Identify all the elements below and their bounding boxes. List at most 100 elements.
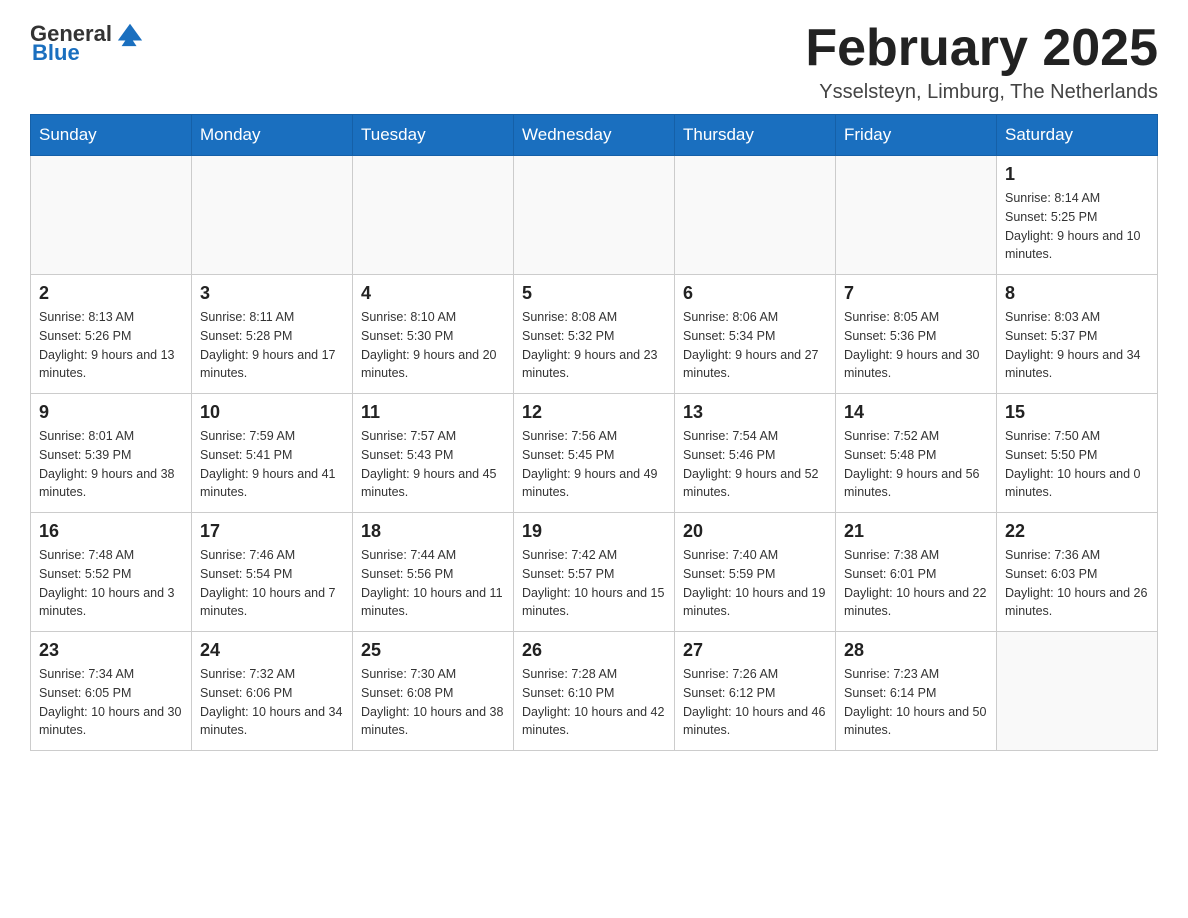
day-info: Sunrise: 7:42 AMSunset: 5:57 PMDaylight:… [522,546,666,621]
calendar-header-saturday: Saturday [997,115,1158,156]
calendar-cell: 25 Sunrise: 7:30 AMSunset: 6:08 PMDayligh… [353,632,514,751]
calendar-cell: 16Sunrise: 7:48 AMSunset: 5:52 PMDayligh… [31,513,192,632]
calendar-header-monday: Monday [192,115,353,156]
day-number: 23 [39,640,183,661]
calendar-cell: 7 Sunrise: 8:05 AMSunset: 5:36 PMDaylight… [836,275,997,394]
day-info: Sunrise: 7:44 AMSunset: 5:56 PMDaylight:… [361,546,505,621]
calendar-cell: 14Sunrise: 7:52 AMSunset: 5:48 PMDayligh… [836,394,997,513]
location-subtitle: Ysselsteyn, Limburg, The Netherlands [805,81,1158,104]
calendar-cell [836,156,997,275]
day-number: 9 [39,402,183,423]
calendar-cell: 21Sunrise: 7:38 AMSunset: 6:01 PMDayligh… [836,513,997,632]
day-info: Sunrise: 8:03 AMSunset: 5:37 PMDaylight:… [1005,308,1149,383]
day-number: 22 [1005,521,1149,542]
calendar-cell: 26 Sunrise: 7:28 AMSunset: 6:10 PMDayligh… [514,632,675,751]
day-number: 13 [683,402,827,423]
calendar-cell: 28 Sunrise: 7:23 AMSunset: 6:14 PMDayligh… [836,632,997,751]
day-info: Sunrise: 7:34 AMSunset: 6:05 PMDaylight:… [39,665,183,740]
day-info: Sunrise: 7:38 AMSunset: 6:01 PMDaylight:… [844,546,988,621]
day-info: Sunrise: 7:57 AMSunset: 5:43 PMDaylight:… [361,427,505,502]
day-info: Sunrise: 7:56 AMSunset: 5:45 PMDaylight:… [522,427,666,502]
day-info: Sunrise: 7:30 AMSunset: 6:08 PMDaylight:… [361,665,505,740]
calendar-cell: 6 Sunrise: 8:06 AMSunset: 5:34 PMDaylight… [675,275,836,394]
day-info: Sunrise: 7:54 AMSunset: 5:46 PMDaylight:… [683,427,827,502]
day-info: Sunrise: 7:28 AMSunset: 6:10 PMDaylight:… [522,665,666,740]
day-number: 16 [39,521,183,542]
day-info: Sunrise: 7:52 AMSunset: 5:48 PMDaylight:… [844,427,988,502]
day-number: 28 [844,640,988,661]
calendar-cell [353,156,514,275]
calendar-cell: 5 Sunrise: 8:08 AMSunset: 5:32 PMDaylight… [514,275,675,394]
logo-blue-text: Blue [32,40,80,66]
calendar-cell: 15Sunrise: 7:50 AMSunset: 5:50 PMDayligh… [997,394,1158,513]
day-number: 19 [522,521,666,542]
calendar-week-row: 1 Sunrise: 8:14 AMSunset: 5:25 PMDaylight… [31,156,1158,275]
calendar-header-thursday: Thursday [675,115,836,156]
day-number: 10 [200,402,344,423]
calendar-header-friday: Friday [836,115,997,156]
day-number: 3 [200,283,344,304]
calendar-cell: 19 Sunrise: 7:42 AMSunset: 5:57 PMDayligh… [514,513,675,632]
day-info: Sunrise: 8:10 AMSunset: 5:30 PMDaylight:… [361,308,505,383]
calendar-cell: 18 Sunrise: 7:44 AMSunset: 5:56 PMDayligh… [353,513,514,632]
day-number: 26 [522,640,666,661]
day-info: Sunrise: 8:01 AMSunset: 5:39 PMDaylight:… [39,427,183,502]
calendar-cell: 2Sunrise: 8:13 AMSunset: 5:26 PMDaylight… [31,275,192,394]
day-info: Sunrise: 8:08 AMSunset: 5:32 PMDaylight:… [522,308,666,383]
calendar-cell: 4 Sunrise: 8:10 AMSunset: 5:30 PMDaylight… [353,275,514,394]
day-info: Sunrise: 7:32 AMSunset: 6:06 PMDaylight:… [200,665,344,740]
day-info: Sunrise: 8:11 AMSunset: 5:28 PMDaylight:… [200,308,344,383]
calendar-header-tuesday: Tuesday [353,115,514,156]
day-number: 24 [200,640,344,661]
day-number: 18 [361,521,505,542]
day-info: Sunrise: 8:14 AMSunset: 5:25 PMDaylight:… [1005,189,1149,264]
day-number: 12 [522,402,666,423]
calendar-cell: 24 Sunrise: 7:32 AMSunset: 6:06 PMDayligh… [192,632,353,751]
calendar-cell: 12 Sunrise: 7:56 AMSunset: 5:45 PMDayligh… [514,394,675,513]
day-info: Sunrise: 7:59 AMSunset: 5:41 PMDaylight:… [200,427,344,502]
calendar-cell: 23 Sunrise: 7:34 AMSunset: 6:05 PMDayligh… [31,632,192,751]
calendar-cell [514,156,675,275]
calendar-cell [192,156,353,275]
day-number: 17 [200,521,344,542]
calendar-cell: 9 Sunrise: 8:01 AMSunset: 5:39 PMDaylight… [31,394,192,513]
calendar-week-row: 9 Sunrise: 8:01 AMSunset: 5:39 PMDaylight… [31,394,1158,513]
calendar-cell: 13 Sunrise: 7:54 AMSunset: 5:46 PMDayligh… [675,394,836,513]
calendar-cell [675,156,836,275]
calendar-cell: 10 Sunrise: 7:59 AMSunset: 5:41 PMDayligh… [192,394,353,513]
title-block: February 2025 Ysselsteyn, Limburg, The N… [805,20,1158,104]
day-info: Sunrise: 8:05 AMSunset: 5:36 PMDaylight:… [844,308,988,383]
logo: General Blue [30,20,144,66]
day-info: Sunrise: 7:50 AMSunset: 5:50 PMDaylight:… [1005,427,1149,502]
day-number: 6 [683,283,827,304]
calendar-header-row: SundayMondayTuesdayWednesdayThursdayFrid… [31,115,1158,156]
calendar-cell: 3 Sunrise: 8:11 AMSunset: 5:28 PMDaylight… [192,275,353,394]
month-title: February 2025 [805,20,1158,77]
calendar-cell: 8Sunrise: 8:03 AMSunset: 5:37 PMDaylight… [997,275,1158,394]
day-number: 1 [1005,164,1149,185]
calendar-week-row: 16Sunrise: 7:48 AMSunset: 5:52 PMDayligh… [31,513,1158,632]
calendar-week-row: 2Sunrise: 8:13 AMSunset: 5:26 PMDaylight… [31,275,1158,394]
day-info: Sunrise: 7:26 AMSunset: 6:12 PMDaylight:… [683,665,827,740]
day-number: 25 [361,640,505,661]
logo-icon [116,20,144,48]
calendar-cell: 27 Sunrise: 7:26 AMSunset: 6:12 PMDayligh… [675,632,836,751]
day-number: 20 [683,521,827,542]
day-info: Sunrise: 7:23 AMSunset: 6:14 PMDaylight:… [844,665,988,740]
calendar-cell: 11Sunrise: 7:57 AMSunset: 5:43 PMDayligh… [353,394,514,513]
day-info: Sunrise: 7:40 AMSunset: 5:59 PMDaylight:… [683,546,827,621]
calendar-cell: 20 Sunrise: 7:40 AMSunset: 5:59 PMDayligh… [675,513,836,632]
calendar-cell [31,156,192,275]
day-number: 27 [683,640,827,661]
day-number: 5 [522,283,666,304]
day-number: 7 [844,283,988,304]
calendar-cell: 17Sunrise: 7:46 AMSunset: 5:54 PMDayligh… [192,513,353,632]
calendar-header-sunday: Sunday [31,115,192,156]
day-info: Sunrise: 7:36 AMSunset: 6:03 PMDaylight:… [1005,546,1149,621]
calendar-cell [997,632,1158,751]
day-number: 2 [39,283,183,304]
calendar-cell: 22 Sunrise: 7:36 AMSunset: 6:03 PMDayligh… [997,513,1158,632]
day-number: 4 [361,283,505,304]
day-info: Sunrise: 8:06 AMSunset: 5:34 PMDaylight:… [683,308,827,383]
calendar-table: SundayMondayTuesdayWednesdayThursdayFrid… [30,114,1158,751]
